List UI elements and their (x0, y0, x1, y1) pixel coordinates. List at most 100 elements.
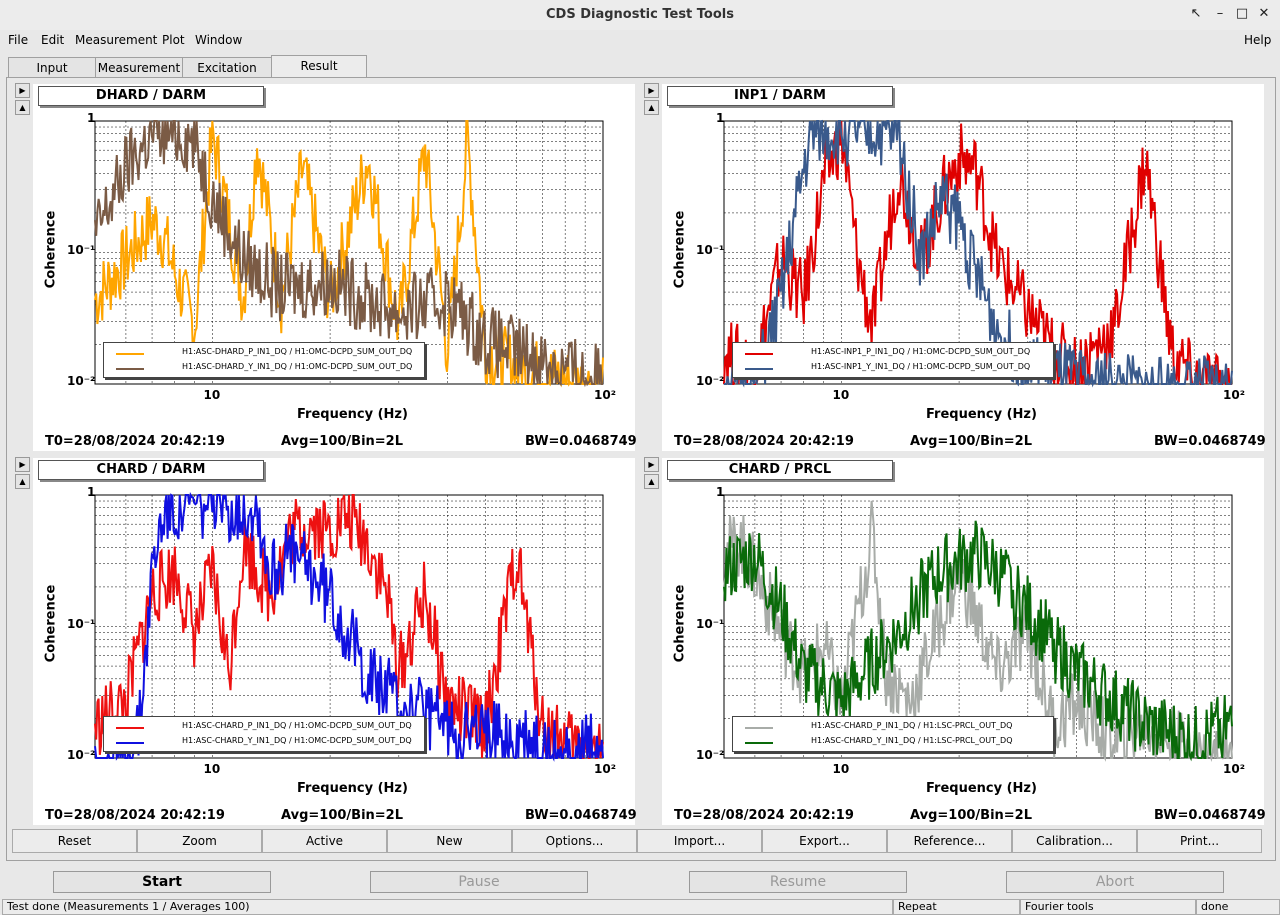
menu-window[interactable]: Window (195, 33, 242, 47)
plot-legend: H1:ASC-CHARD_P_IN1_DQ / H1:LSC-PRCL_OUT_… (732, 716, 1054, 752)
plot-legend: H1:ASC-DHARD_P_IN1_DQ / H1:OMC-DCPD_SUM_… (103, 342, 425, 378)
reference-button[interactable]: Reference... (887, 829, 1012, 853)
y-axis-label: Coherence (672, 210, 688, 289)
panel-1-expand-icon[interactable]: ▶ (15, 83, 30, 98)
help-arrow-icon[interactable]: ↖ (1188, 6, 1204, 22)
legend-label: H1:ASC-INP1_Y_IN1_DQ / H1:OMC-DCPD_SUM_O… (811, 362, 1031, 371)
x-axis-label: Frequency (Hz) (297, 781, 408, 796)
legend-swatch (745, 353, 773, 355)
active-button[interactable]: Active (262, 829, 387, 853)
y-tick-0-1: 10⁻¹ (67, 616, 96, 631)
legend-swatch (116, 353, 144, 355)
close-icon[interactable]: ✕ (1256, 6, 1272, 22)
coherence-plot[interactable] (662, 84, 1264, 451)
status-tool: Fourier tools (1020, 899, 1196, 915)
legend-swatch (116, 368, 144, 370)
legend-entry: H1:ASC-INP1_P_IN1_DQ / H1:OMC-DCPD_SUM_O… (733, 346, 1053, 360)
averages-readout: Avg=100/Bin=2L (281, 808, 403, 823)
y-tick-1: 1 (87, 485, 96, 499)
options-button[interactable]: Options... (512, 829, 637, 853)
menu-plot[interactable]: Plot (162, 33, 185, 47)
legend-label: H1:ASC-DHARD_P_IN1_DQ / H1:OMC-DCPD_SUM_… (182, 347, 413, 356)
status-state: done (1196, 899, 1280, 915)
y-axis-label: Coherence (43, 584, 59, 663)
t0-readout: T0=28/08/2024 20:42:19 (45, 808, 225, 823)
legend-swatch (745, 368, 773, 370)
panel-1-collapse-icon[interactable]: ▲ (15, 100, 30, 115)
abort-button[interactable]: Abort (1006, 871, 1224, 893)
new-button[interactable]: New (387, 829, 512, 853)
legend-swatch (116, 727, 144, 729)
y-tick-0-01: 10⁻² (696, 748, 725, 762)
plot-panel-chard-darm[interactable]: CHARD / DARM 1 10⁻¹ 10⁻² 10 10² Frequency (Hz)… (33, 458, 637, 825)
menu-help[interactable]: Help (1244, 33, 1271, 47)
coherence-plot[interactable] (662, 458, 1264, 825)
legend-entry: H1:ASC-CHARD_Y_IN1_DQ / H1:LSC-PRCL_OUT_… (733, 735, 1053, 749)
legend-label: H1:ASC-CHARD_Y_IN1_DQ / H1:LSC-PRCL_OUT_… (811, 736, 1013, 745)
menu-edit[interactable]: Edit (41, 33, 64, 47)
panel-2-collapse-icon[interactable]: ▲ (644, 100, 659, 115)
print-button[interactable]: Print... (1137, 829, 1262, 853)
legend-entry: H1:ASC-CHARD_P_IN1_DQ / H1:LSC-PRCL_OUT_… (733, 720, 1053, 734)
panel-2-expand-icon[interactable]: ▶ (644, 83, 659, 98)
legend-swatch (745, 742, 773, 744)
x-tick-100: 10² (1223, 762, 1245, 776)
panel-4-collapse-icon[interactable]: ▲ (644, 474, 659, 489)
tab-excitation[interactable]: Excitation (182, 57, 272, 78)
bandwidth-readout: BW=0.0468749 (1154, 808, 1266, 823)
y-tick-0-1: 10⁻¹ (696, 242, 725, 257)
reset-button[interactable]: Reset (12, 829, 137, 853)
minimize-icon[interactable]: – (1212, 6, 1228, 22)
resume-button[interactable]: Resume (689, 871, 907, 893)
legend-entry: H1:ASC-DHARD_Y_IN1_DQ / H1:OMC-DCPD_SUM_… (104, 361, 424, 375)
y-tick-1: 1 (87, 111, 96, 125)
bandwidth-readout: BW=0.0468749 (525, 808, 637, 823)
plot-toolbar: Reset Zoom Active New Options... Import.… (12, 829, 1262, 853)
coherence-plot[interactable] (33, 458, 635, 825)
legend-label: H1:ASC-CHARD_Y_IN1_DQ / H1:OMC-DCPD_SUM_… (182, 736, 412, 745)
y-tick-0-1: 10⁻¹ (696, 616, 725, 631)
y-tick-1: 1 (716, 111, 725, 125)
plot-legend: H1:ASC-INP1_P_IN1_DQ / H1:OMC-DCPD_SUM_O… (732, 342, 1054, 378)
x-tick-100: 10² (594, 388, 616, 402)
y-tick-0-01: 10⁻² (67, 748, 96, 762)
status-message: Test done (Measurements 1 / Averages 100… (2, 899, 893, 915)
y-axis-label: Coherence (43, 210, 59, 289)
zoom-button[interactable]: Zoom (137, 829, 262, 853)
menu-measurement[interactable]: Measurement (75, 33, 157, 47)
legend-swatch (116, 742, 144, 744)
bandwidth-readout: BW=0.0468749 (1154, 434, 1266, 449)
plot-panel-dhard-darm[interactable]: DHARD / DARM 1 10⁻¹ 10⁻² 10 10² Frequency (Hz)… (33, 84, 637, 451)
coherence-plot[interactable] (33, 84, 635, 451)
tab-input[interactable]: Input (8, 57, 96, 78)
t0-readout: T0=28/08/2024 20:42:19 (674, 808, 854, 823)
export-button[interactable]: Export... (762, 829, 887, 853)
import-button[interactable]: Import... (637, 829, 762, 853)
maximize-icon[interactable]: □ (1234, 6, 1250, 22)
panel-3-expand-icon[interactable]: ▶ (15, 457, 30, 472)
averages-readout: Avg=100/Bin=2L (910, 808, 1032, 823)
legend-swatch (745, 727, 773, 729)
panel-3-collapse-icon[interactable]: ▲ (15, 474, 30, 489)
title-bar: CDS Diagnostic Test Tools ↖ – □ ✕ (0, 0, 1280, 31)
plot-panel-inp1-darm[interactable]: INP1 / DARM 1 10⁻¹ 10⁻² 10 10² Frequency (Hz) C… (662, 84, 1266, 451)
legend-entry: H1:ASC-INP1_Y_IN1_DQ / H1:OMC-DCPD_SUM_O… (733, 361, 1053, 375)
x-tick-10: 10 (203, 388, 221, 402)
start-button[interactable]: Start (53, 871, 271, 893)
plot-panel-chard-prcl[interactable]: CHARD / PRCL 1 10⁻¹ 10⁻² 10 10² Frequency (Hz)… (662, 458, 1266, 825)
legend-entry: H1:ASC-CHARD_Y_IN1_DQ / H1:OMC-DCPD_SUM_… (104, 735, 424, 749)
y-axis-label: Coherence (672, 584, 688, 663)
panel-4-expand-icon[interactable]: ▶ (644, 457, 659, 472)
y-tick-0-1: 10⁻¹ (67, 242, 96, 257)
tab-measurement[interactable]: Measurement (95, 57, 183, 78)
calibration-button[interactable]: Calibration... (1012, 829, 1137, 853)
menu-file[interactable]: File (8, 33, 28, 47)
tab-result[interactable]: Result (271, 55, 367, 78)
t0-readout: T0=28/08/2024 20:42:19 (674, 434, 854, 449)
t0-readout: T0=28/08/2024 20:42:19 (45, 434, 225, 449)
legend-entry: H1:ASC-DHARD_P_IN1_DQ / H1:OMC-DCPD_SUM_… (104, 346, 424, 360)
plot-legend: H1:ASC-CHARD_P_IN1_DQ / H1:OMC-DCPD_SUM_… (103, 716, 425, 752)
x-tick-100: 10² (594, 762, 616, 776)
pause-button[interactable]: Pause (370, 871, 588, 893)
menu-bar: File Edit Measurement Plot Window Help (0, 30, 1280, 52)
